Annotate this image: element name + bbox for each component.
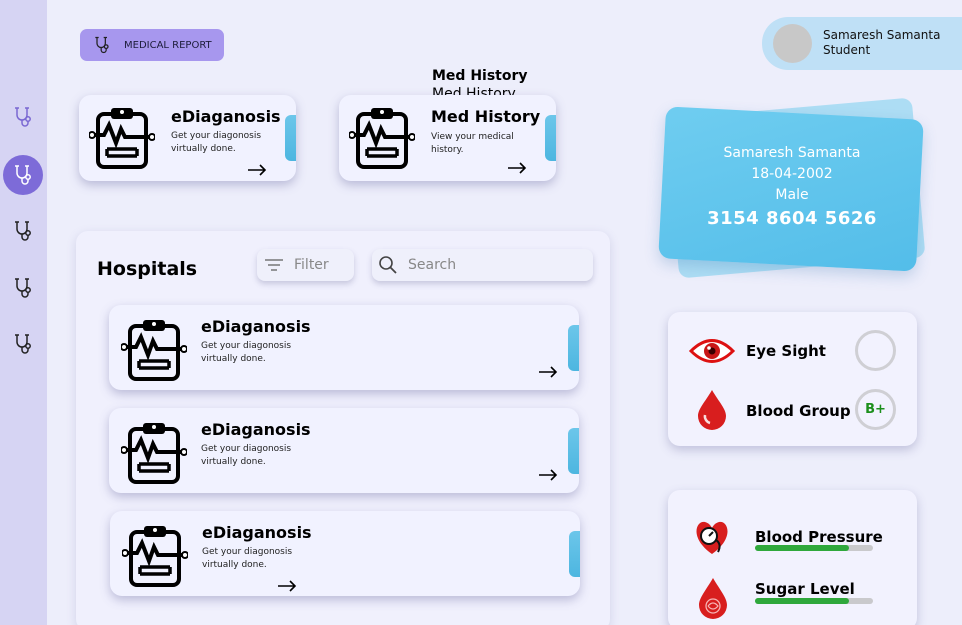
- medical-report-label: MEDICAL REPORT: [124, 39, 212, 51]
- search-input[interactable]: Search: [372, 249, 593, 281]
- clipboard-icon: [121, 317, 187, 383]
- profile-role: Student: [823, 43, 871, 57]
- card-tab: [568, 428, 579, 474]
- card-tab: [545, 115, 556, 161]
- card-description: Get your diagonosis virtually done.: [171, 131, 262, 154]
- stethoscope-icon: [11, 163, 35, 187]
- blood-group-value: B+: [855, 389, 896, 430]
- search-placeholder: Search: [408, 257, 457, 273]
- med-history-overlay-1: Med History: [432, 68, 528, 84]
- hospital-title: eDiaganosis: [202, 523, 312, 542]
- stethoscope-icon: [11, 105, 35, 129]
- sugar-level-bar: [755, 598, 873, 604]
- id-card-dob: 18-04-2002: [751, 166, 833, 182]
- filter-placeholder: Filter: [294, 257, 329, 273]
- blood-group-label: Blood Group: [746, 402, 851, 420]
- arrow-right-icon[interactable]: [538, 469, 558, 481]
- sugar-level-label: Sugar Level: [755, 580, 855, 598]
- clipboard-icon: [89, 105, 155, 171]
- arrow-right-icon[interactable]: [507, 162, 527, 174]
- hospitals-title: Hospitals: [97, 258, 198, 280]
- medical-report-button[interactable]: MEDICAL REPORT: [80, 29, 224, 61]
- stethoscope-icon: [11, 276, 35, 300]
- hospital-list-item[interactable]: eDiaganosis Get your diagonosis virtually…: [109, 408, 579, 493]
- eye-sight-label: Eye Sight: [746, 342, 826, 360]
- blood-pressure-label: Blood Pressure: [755, 528, 883, 546]
- clipboard-icon: [349, 105, 415, 171]
- card-title: Med History: [431, 107, 541, 126]
- eye-sight-value: [855, 330, 896, 371]
- hospital-title: eDiaganosis: [201, 317, 311, 336]
- sidebar-item-stethoscope-5[interactable]: [3, 324, 43, 364]
- card-title: eDiaganosis: [171, 107, 281, 126]
- stethoscope-icon: [92, 35, 112, 55]
- eye-icon: [689, 339, 735, 363]
- stethoscope-icon: [11, 332, 35, 356]
- clipboard-icon: [121, 420, 187, 486]
- stethoscope-icon: [11, 219, 35, 243]
- profile-chip[interactable]: Samaresh Samanta Student: [762, 17, 962, 70]
- clipboard-icon: [122, 523, 188, 589]
- med-history-card[interactable]: Med History View your medical history.: [339, 95, 556, 181]
- arrow-right-icon[interactable]: [538, 366, 558, 378]
- id-card-gender: Male: [775, 187, 809, 203]
- sidebar-item-stethoscope-1[interactable]: [3, 97, 43, 137]
- vitals-card: Eye Sight Blood Group B+: [668, 312, 917, 446]
- profile-name: Samaresh Samanta: [823, 28, 941, 42]
- hospital-title: eDiaganosis: [201, 420, 311, 439]
- id-card-details: Samaresh Samanta 18-04-2002 Male 3154 86…: [662, 143, 922, 229]
- card-tab: [568, 325, 579, 371]
- sidebar-item-stethoscope-2[interactable]: [3, 155, 43, 195]
- card-tab: [285, 115, 296, 161]
- arrow-right-icon[interactable]: [277, 580, 297, 592]
- card-description: View your medical history.: [431, 132, 514, 155]
- sidebar: [0, 0, 47, 625]
- blood-pressure-bar: [755, 545, 873, 551]
- health-card: Blood Pressure Sugar Level: [668, 490, 917, 625]
- search-icon: [379, 256, 397, 274]
- blood-pressure-fill: [755, 545, 850, 551]
- ediagnosis-card[interactable]: eDiaganosis Get your diagonosis virtually…: [79, 95, 296, 181]
- heart-pressure-icon: [696, 521, 728, 554]
- filter-icon: [265, 259, 283, 271]
- filter-input[interactable]: Filter: [257, 249, 354, 281]
- sidebar-item-stethoscope-4[interactable]: [3, 268, 43, 308]
- id-card-number: 3154 8604 5626: [707, 208, 877, 229]
- blood-drop-icon: [698, 390, 726, 430]
- sugar-drop-icon: [699, 578, 727, 619]
- sugar-level-fill: [755, 598, 850, 604]
- hospital-list-item[interactable]: eDiaganosis Get your diagonosis virtually…: [109, 305, 579, 390]
- arrow-right-icon[interactable]: [247, 164, 267, 176]
- hospital-description: Get your diagonosis virtually done.: [201, 341, 292, 364]
- hospital-list-item[interactable]: eDiaganosis Get your diagonosis virtually…: [110, 511, 580, 596]
- avatar: [773, 24, 812, 63]
- hospital-description: Get your diagonosis virtually done.: [201, 444, 292, 467]
- id-card-name: Samaresh Samanta: [723, 145, 861, 161]
- card-tab: [569, 531, 580, 577]
- hospital-description: Get your diagonosis virtually done.: [202, 547, 293, 570]
- sidebar-item-stethoscope-3[interactable]: [3, 211, 43, 251]
